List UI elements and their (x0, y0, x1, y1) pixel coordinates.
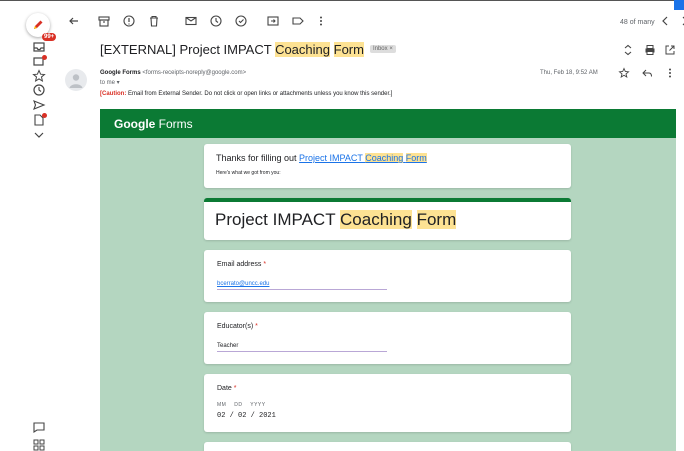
star-icon[interactable] (32, 69, 46, 83)
move-to-icon[interactable] (266, 14, 280, 28)
caution-text: Email from External Sender. Do not click… (126, 91, 393, 97)
subject-highlight-coaching: Coaching (275, 42, 330, 57)
inbox-icon[interactable] (32, 40, 46, 54)
educator-answer: Teacher (217, 343, 387, 352)
print-icon[interactable] (644, 44, 656, 56)
next-question-card (204, 442, 571, 451)
form-link-text: Project IMPACT (299, 153, 366, 163)
chat-notification-dot (42, 55, 47, 60)
educator-question-card: Educator(s) * Teacher (204, 312, 571, 364)
caution-label: [Caution: (100, 91, 127, 97)
chat-bubble-icon[interactable] (32, 420, 46, 434)
snooze-clock-icon[interactable] (209, 14, 223, 28)
archive-icon[interactable] (97, 14, 111, 28)
chevron-left-icon[interactable] (658, 14, 672, 28)
form-link[interactable]: Project IMPACT Coaching Form (299, 153, 427, 163)
send-icon[interactable] (32, 98, 46, 112)
email-question-text: Email address (217, 261, 262, 268)
email-answer[interactable]: bcerrato@uncc.edu (217, 281, 387, 290)
left-rail: 99+ (0, 0, 57, 451)
subject-text: [EXTERNAL] Project IMPACT (100, 42, 276, 57)
thanks-line: Thanks for filling out Project IMPACT Co… (216, 153, 427, 163)
report-spam-icon[interactable] (122, 14, 136, 28)
more-vert-icon[interactable] (314, 14, 328, 28)
date-question-card: Date * MM DD YYYY 02 / 02 / 2021 (204, 374, 571, 432)
form-title-highlight-coaching: Coaching (340, 210, 412, 229)
person-icon (69, 74, 83, 88)
date-question-text: Date (217, 385, 232, 392)
open-new-window-icon[interactable] (664, 44, 676, 56)
email-date: Thu, Feb 18, 9:52 AM (540, 70, 598, 76)
email-question-card: Email address * bcerrato@uncc.edu (204, 250, 571, 302)
expand-all-icon[interactable] (622, 44, 634, 56)
sender-address: <forms-receipts-noreply@google.com> (142, 70, 247, 76)
logo-google: Google (114, 117, 156, 131)
sender-avatar[interactable] (65, 69, 87, 91)
sender-name[interactable]: Google Forms (100, 70, 141, 76)
thanks-text: Thanks for filling out (216, 153, 300, 163)
date-answer: 02 / 02 / 2021 (217, 412, 276, 420)
form-link-highlight-form: Form (405, 153, 427, 163)
chevron-down-icon[interactable] (32, 128, 46, 142)
required-asterisk: * (233, 385, 237, 392)
email-question-label: Email address * (217, 261, 266, 268)
required-asterisk: * (263, 261, 267, 268)
google-forms-header: Google Forms (100, 109, 676, 138)
draft-notification-dot (42, 113, 47, 118)
add-task-icon[interactable] (234, 14, 248, 28)
form-title-card: Project IMPACT Coaching Form (204, 198, 571, 240)
back-arrow-icon[interactable] (67, 14, 81, 28)
clock-icon[interactable] (32, 83, 46, 97)
inbox-label-chip[interactable]: Inbox × (369, 45, 396, 54)
form-title-highlight-form: Form (416, 210, 457, 229)
meet-grid-icon[interactable] (32, 438, 46, 451)
educator-question-label: Educator(s) * (217, 323, 258, 330)
heres-what-we-got: Here's what we got from you: (216, 170, 281, 176)
email-subject: [EXTERNAL] Project IMPACT Coaching Form I… (100, 42, 396, 57)
forms-response-body: Thanks for filling out Project IMPACT Co… (100, 138, 676, 451)
inbox-unread-badge: 99+ (42, 33, 57, 41)
google-forms-logo: Google Forms (114, 117, 193, 131)
mark-unread-icon[interactable] (184, 14, 198, 28)
window-top-edge (0, 0, 684, 4)
chevron-right-icon[interactable] (678, 14, 684, 28)
label-icon[interactable] (291, 14, 305, 28)
star-outline-icon[interactable] (618, 67, 630, 79)
form-title: Project IMPACT Coaching Form (215, 210, 457, 230)
date-question-label: Date * (217, 385, 236, 392)
educator-question-text: Educator(s) (217, 323, 254, 330)
pencil-icon (34, 20, 43, 29)
external-caution-banner: [Caution: Email from External Sender. Do… (100, 91, 392, 97)
more-options-icon[interactable] (664, 67, 676, 79)
message-toolbar: 48 of many (56, 8, 684, 32)
form-title-text: Project IMPACT (215, 210, 341, 229)
recipient-dropdown[interactable]: to me ▾ (100, 79, 120, 86)
logo-forms: Forms (155, 117, 193, 131)
form-link-highlight-coaching: Coaching (365, 153, 404, 163)
date-format-hint: MM DD YYYY (217, 402, 266, 408)
sender-line: Google Forms <forms-receipts-noreply@goo… (100, 70, 246, 76)
thanks-card: Thanks for filling out Project IMPACT Co… (204, 144, 571, 188)
subject-highlight-form: Form (333, 42, 364, 57)
reply-icon[interactable] (641, 67, 653, 79)
required-asterisk: * (255, 323, 258, 330)
delete-icon[interactable] (147, 14, 161, 28)
gmail-window: 99+ 48 of many [EXTERNAL] Project IMPACT… (0, 0, 684, 451)
message-count: 48 of many (620, 19, 655, 26)
